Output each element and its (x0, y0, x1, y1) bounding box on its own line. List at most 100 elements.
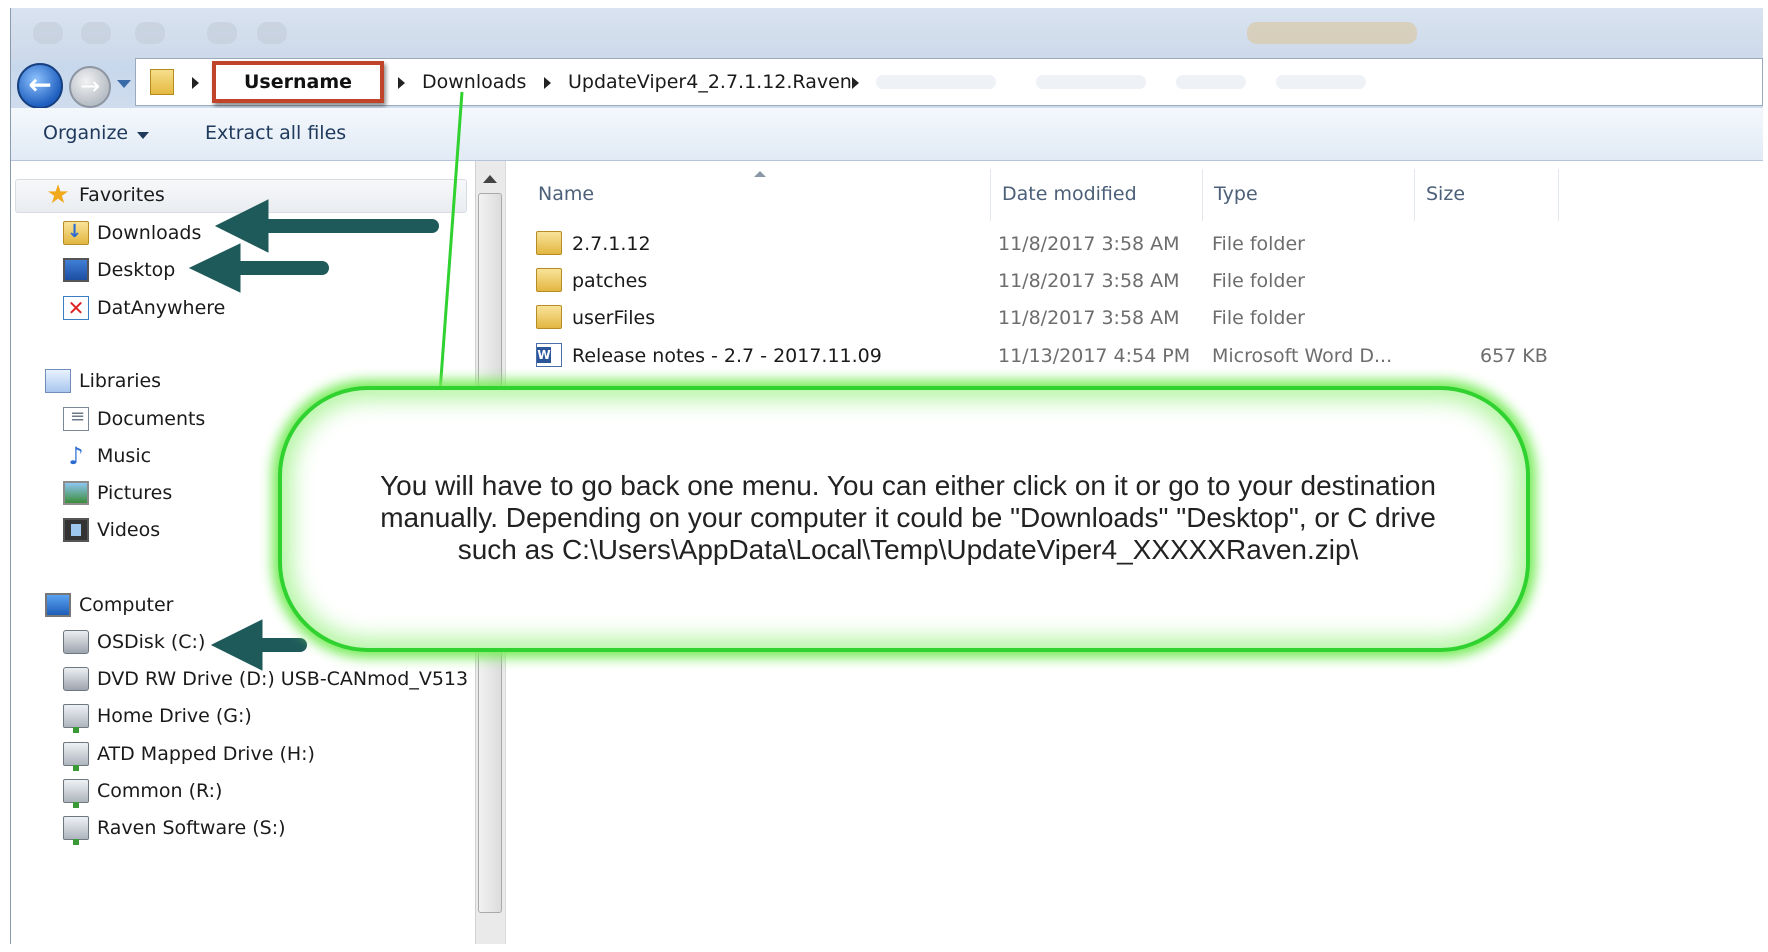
back-button[interactable]: ← (17, 63, 63, 109)
nav-item-downloads[interactable]: Downloads (63, 221, 201, 245)
callout-text: You will have to go back one menu. You c… (342, 470, 1474, 566)
breadcrumb-arrow-icon[interactable] (544, 77, 551, 89)
nav-item-label: DVD RW Drive (D:) USB-CANmod_V513 (97, 668, 469, 690)
nav-computer-label: Computer (79, 594, 174, 616)
forward-arrow-icon: → (79, 72, 101, 100)
nav-computer[interactable]: Computer (45, 593, 173, 617)
file-name: userFiles (572, 307, 656, 329)
nav-favorites[interactable]: ★ Favorites (45, 180, 165, 210)
address-bar-area: ← → Username Downloads UpdateViper4_2.7.… (11, 8, 1763, 109)
nav-item-videos[interactable]: Videos (63, 518, 160, 542)
folder-icon (536, 231, 562, 255)
extract-all-files-button[interactable]: Extract all files (205, 122, 346, 144)
quick-access-icon (33, 22, 63, 44)
nav-item-label: Raven Software (S:) (97, 817, 286, 839)
nav-item-label: Videos (97, 519, 161, 541)
nav-item-datanywhere[interactable]: ✕ DatAnywhere (63, 296, 225, 320)
breadcrumb-current-folder[interactable]: UpdateViper4_2.7.1.12.Raven (568, 71, 852, 93)
datanywhere-icon: ✕ (63, 296, 89, 320)
column-header-name[interactable]: Name (538, 183, 594, 205)
address-field[interactable]: Username Downloads UpdateViper4_2.7.1.12… (135, 58, 1763, 106)
column-divider[interactable] (1414, 169, 1415, 221)
star-icon: ★ (46, 180, 70, 210)
nav-item-common[interactable]: Common (R:) (63, 779, 222, 808)
back-arrow-icon: ← (28, 68, 52, 101)
nav-item-music[interactable]: ♪ Music (63, 444, 151, 468)
breadcrumb-arrow-icon[interactable] (852, 77, 859, 89)
column-divider[interactable] (990, 169, 991, 221)
nav-item-dvd-drive[interactable]: DVD RW Drive (D:) USB-CANmod_V513 (63, 667, 468, 691)
file-row[interactable]: Release notes - 2.7 - 2017.11.09 11/13/2… (536, 339, 1746, 373)
file-date-modified: 11/8/2017 3:58 AM (998, 307, 1180, 329)
pictures-icon (63, 481, 89, 505)
quick-access-icon (81, 22, 111, 44)
instruction-callout: You will have to go back one menu. You c… (278, 386, 1530, 652)
breadcrumb-username[interactable]: Username (212, 61, 384, 103)
file-date-modified: 11/13/2017 4:54 PM (998, 345, 1191, 367)
nav-item-atd-mapped-drive[interactable]: ATD Mapped Drive (H:) (63, 742, 315, 771)
file-row[interactable]: userFiles 11/8/2017 3:58 AM File folder (536, 301, 1746, 335)
network-drive-icon (63, 779, 89, 808)
file-type: Microsoft Word D... (1212, 345, 1393, 367)
file-row[interactable]: patches 11/8/2017 3:58 AM File folder (536, 264, 1746, 298)
recent-pages-dropdown-icon[interactable] (117, 80, 131, 88)
column-divider[interactable] (1202, 169, 1203, 221)
callout-line: manually. Depending on your computer it … (380, 502, 1436, 533)
nav-item-home-drive[interactable]: Home Drive (G:) (63, 704, 252, 733)
blurred-breadcrumb (1036, 75, 1146, 89)
folder-icon (536, 305, 562, 329)
network-drive-icon (63, 742, 89, 771)
network-drive-icon (63, 816, 89, 845)
quick-access-icon (135, 22, 165, 44)
blurred-breadcrumb (876, 75, 996, 89)
nav-favorites-label: Favorites (79, 184, 165, 206)
breadcrumb-arrow-icon[interactable] (192, 77, 199, 89)
downloads-folder-icon (63, 221, 89, 245)
breadcrumb-downloads[interactable]: Downloads (422, 71, 526, 93)
nav-item-pictures[interactable]: Pictures (63, 481, 172, 505)
nav-libraries[interactable]: Libraries (45, 369, 161, 393)
hard-disk-icon (63, 630, 89, 654)
computer-icon (45, 593, 71, 617)
nav-item-label: Desktop (97, 259, 176, 281)
file-row[interactable]: 2.7.1.12 11/8/2017 3:58 AM File folder (536, 227, 1746, 261)
blurred-breadcrumb (1176, 75, 1246, 89)
blurred-breadcrumb (1276, 75, 1366, 89)
nav-item-raven-software[interactable]: Raven Software (S:) (63, 816, 286, 845)
organize-button[interactable]: Organize (43, 122, 128, 144)
callout-line: such as C:\Users\AppData\Local\Temp\Upda… (457, 534, 1359, 565)
column-header-type[interactable]: Type (1214, 183, 1258, 205)
chevron-down-icon[interactable] (137, 132, 149, 139)
column-header-size[interactable]: Size (1426, 183, 1465, 205)
network-drive-icon (63, 704, 89, 733)
forward-button[interactable]: → (69, 66, 111, 108)
file-type: File folder (1212, 233, 1305, 255)
quick-access-icon (257, 22, 287, 44)
nav-item-documents[interactable]: Documents (63, 406, 206, 431)
title-blur (1247, 22, 1417, 44)
nav-item-label: Music (97, 445, 152, 467)
title-bar (11, 8, 1763, 60)
column-divider[interactable] (1558, 169, 1559, 221)
file-name: patches (572, 270, 648, 292)
word-document-icon (536, 343, 562, 367)
callout-line: You will have to go back one menu. You c… (380, 470, 1436, 501)
nav-item-label: OSDisk (C:) (97, 631, 206, 653)
dvd-drive-icon (63, 667, 89, 691)
nav-item-osdisk[interactable]: OSDisk (C:) (63, 630, 205, 654)
nav-item-label: Pictures (97, 482, 173, 504)
desktop-icon (63, 258, 89, 282)
column-header-date-modified[interactable]: Date modified (1002, 183, 1137, 205)
nav-libraries-label: Libraries (79, 370, 162, 392)
scroll-up-arrow-icon[interactable] (483, 175, 497, 183)
nav-item-desktop[interactable]: Desktop (63, 258, 175, 282)
file-type: File folder (1212, 270, 1305, 292)
nav-item-label: Documents (97, 408, 206, 430)
file-size: 657 KB (1480, 345, 1548, 367)
quick-access-icon (207, 22, 237, 44)
breadcrumb-arrow-icon[interactable] (398, 77, 405, 89)
file-date-modified: 11/8/2017 3:58 AM (998, 233, 1180, 255)
documents-icon (63, 406, 89, 431)
nav-item-label: Home Drive (G:) (97, 705, 252, 727)
folder-icon (150, 69, 174, 95)
